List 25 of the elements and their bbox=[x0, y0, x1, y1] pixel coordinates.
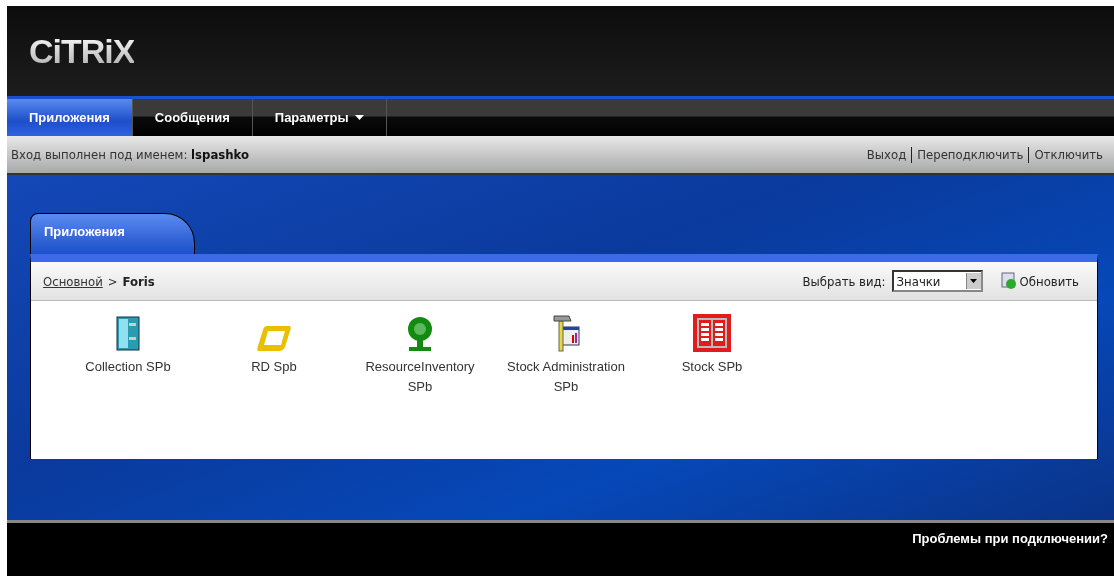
dropdown-arrow-icon bbox=[970, 279, 978, 283]
breadcrumb-link[interactable]: Основной bbox=[43, 273, 103, 289]
breadcrumb-current: Foris bbox=[122, 273, 155, 289]
app-shortcut[interactable]: RD Spb bbox=[201, 313, 347, 377]
caret-icon bbox=[354, 115, 364, 120]
book-icon bbox=[692, 313, 732, 353]
app-shortcut[interactable]: Stock SPb bbox=[639, 313, 785, 377]
header-link[interactable]: Выход bbox=[861, 147, 912, 162]
hammer-chart-icon bbox=[551, 313, 581, 353]
header-link[interactable]: Переподключить bbox=[912, 147, 1029, 162]
login-status: Вход выполнен под именем: lspashko bbox=[11, 147, 250, 162]
breadcrumb-separator: > bbox=[107, 273, 118, 289]
app-shortcut[interactable]: Collection SPb bbox=[55, 313, 201, 377]
help-link[interactable]: Проблемы при подключении? bbox=[912, 531, 1108, 547]
app-shortcut[interactable]: ResourceInventory SPb bbox=[347, 313, 493, 397]
rounded-frame-icon bbox=[255, 323, 293, 353]
header-link[interactable]: Отключить bbox=[1029, 147, 1108, 162]
nav-tab[interactable]: Приложения bbox=[7, 99, 133, 136]
view-dropdown[interactable]: Значки bbox=[891, 270, 983, 292]
panel-tab[interactable]: Приложения bbox=[30, 213, 195, 254]
app-shortcut[interactable]: Stock Administration SPb bbox=[493, 313, 639, 397]
refresh-icon bbox=[1000, 272, 1017, 290]
view-label: Выбрать вид: bbox=[802, 273, 886, 289]
file-cabinet-icon bbox=[114, 315, 142, 353]
refresh-button[interactable]: Обновить bbox=[994, 271, 1085, 291]
